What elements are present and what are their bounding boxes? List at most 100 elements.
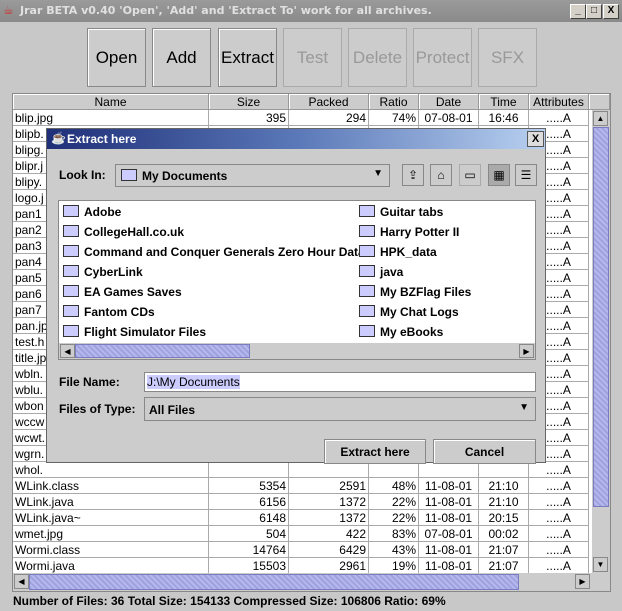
dialog-title: Extract here — [67, 132, 137, 146]
folder-item[interactable]: My eBooks — [359, 325, 443, 339]
column-header-name[interactable]: Name — [13, 94, 209, 110]
files-of-type-combo[interactable]: All Files ▼ — [144, 397, 536, 421]
window-title: Jrar BETA v0.40 'Open', 'Add' and 'Extra… — [20, 4, 432, 17]
file-list-scroll-thumb[interactable] — [75, 344, 250, 358]
cell-date: 07-08-01 — [419, 526, 479, 542]
table-row[interactable]: whol. .....A — [13, 462, 589, 478]
look-in-value: My Documents — [142, 169, 228, 183]
horizontal-scroll-thumb[interactable] — [29, 574, 519, 590]
scroll-left-arrow-icon[interactable]: ◀ — [60, 344, 75, 358]
folder-item[interactable]: Adobe — [63, 205, 121, 219]
folder-item[interactable]: Flight Simulator Files — [63, 325, 206, 339]
details-view-icon[interactable]: ☰ — [515, 164, 537, 186]
scroll-right-arrow-icon[interactable]: ▶ — [575, 574, 590, 589]
folder-name: Fantom CDs — [84, 305, 155, 319]
scroll-down-arrow-icon[interactable]: ▼ — [593, 557, 608, 572]
java-cup-icon: ☕ — [51, 131, 66, 145]
minimize-button[interactable]: _ — [570, 4, 586, 19]
folder-icon — [63, 225, 79, 237]
toolbar-add-button[interactable]: Add — [152, 28, 211, 87]
table-row[interactable]: blip.jpg 395 294 74% 07-08-01 16:46 .....A — [13, 110, 589, 126]
toolbar-test-button: Test — [283, 28, 342, 87]
cell-time: 00:02 — [479, 526, 529, 542]
folder-item[interactable]: Harry Potter II — [359, 225, 459, 239]
folder-item[interactable]: java — [359, 265, 403, 279]
folder-item[interactable]: HPK_data — [359, 245, 437, 259]
table-row[interactable]: WLink.java~ 6148 1372 22% 11-08-01 20:15.....… — [13, 510, 589, 526]
folder-name: Harry Potter II — [380, 225, 460, 239]
column-header-size[interactable]: Size — [209, 94, 289, 110]
folder-icon — [359, 305, 375, 317]
scroll-right-arrow-icon[interactable]: ▶ — [519, 344, 534, 358]
toolbar-sfx-button: SFX — [478, 28, 537, 87]
cell-ratio: 43% — [369, 542, 419, 558]
folder-name: EA Games Saves — [84, 285, 182, 299]
cell-size: 14764 — [209, 542, 289, 558]
cell-size: 15503 — [209, 558, 289, 574]
column-header-packed[interactable]: Packed — [289, 94, 369, 110]
column-header-date[interactable]: Date — [419, 94, 479, 110]
cell-time: 21:10 — [479, 478, 529, 494]
cell-time — [479, 462, 529, 478]
table-row[interactable]: Wormi.class 14764 6429 43% 11-08-01 21:07....… — [13, 542, 589, 558]
cell-attributes: .....A — [529, 526, 589, 542]
scroll-up-arrow-icon[interactable]: ▲ — [593, 111, 608, 126]
cell-name: Wormi.java — [13, 558, 209, 574]
cell-name: WLink.java~ — [13, 510, 209, 526]
folder-item[interactable]: Guitar tabs — [359, 205, 443, 219]
dialog-close-button[interactable]: X — [527, 131, 544, 147]
table-row[interactable]: Wormi.java 15503 2961 19% 11-08-01 21:07.....… — [13, 558, 589, 574]
up-folder-icon[interactable]: ⇪ — [402, 164, 424, 186]
table-row[interactable]: WLink.class 5354 2591 48% 11-08-01 21:10.....… — [13, 478, 589, 494]
folder-name: Command and Conquer Generals Zero Hour D… — [84, 245, 365, 259]
folder-item[interactable]: Fantom CDs — [63, 305, 155, 319]
folder-item[interactable]: CollegeHall.co.uk — [63, 225, 184, 239]
scroll-left-arrow-icon[interactable]: ◀ — [14, 574, 29, 589]
extract-dialog: ☕ Extract here X Look In: My Documents ▼… — [46, 128, 546, 464]
look-in-combo[interactable]: My Documents ▼ — [115, 164, 390, 187]
column-header-ratio[interactable]: Ratio — [369, 94, 419, 110]
maximize-button[interactable]: □ — [586, 4, 602, 19]
home-icon[interactable]: ⌂ — [430, 164, 452, 186]
folder-icon — [359, 245, 375, 257]
file-name-input[interactable]: J:\My Documents — [144, 372, 536, 392]
status-bar: Number of Files: 36 Total Size: 154133 C… — [13, 594, 446, 608]
folder-item[interactable]: EA Games Saves — [63, 285, 182, 299]
cell-name: WLink.java — [13, 494, 209, 510]
folder-item[interactable]: My Chat Logs — [359, 305, 459, 319]
file-name-value: J:\My Documents — [147, 375, 240, 389]
column-header-time[interactable]: Time — [479, 94, 529, 110]
column-header-attributes[interactable]: Attributes — [529, 94, 589, 110]
cell-date: 07-08-01 — [419, 110, 479, 126]
file-name-label: File Name: — [59, 375, 120, 389]
folder-item[interactable]: My BZFlag Files — [359, 285, 471, 299]
toolbar-extract-button[interactable]: Extract — [218, 28, 277, 87]
cell-ratio: 83% — [369, 526, 419, 542]
toolbar-open-button[interactable]: Open — [87, 28, 146, 87]
extract-here-button[interactable]: Extract here — [324, 439, 426, 464]
cell-date: 11-08-01 — [419, 510, 479, 526]
list-view-icon[interactable]: ▦ — [488, 164, 510, 186]
cell-name: WLink.class — [13, 478, 209, 494]
folder-icon — [359, 285, 375, 297]
folder-item[interactable]: Command and Conquer Generals Zero Hour D… — [63, 245, 365, 259]
folder-icon — [63, 205, 79, 217]
cell-ratio: 19% — [369, 558, 419, 574]
folder-name: java — [380, 265, 404, 279]
header-corner — [589, 94, 610, 110]
cell-attributes: .....A — [529, 110, 589, 126]
folder-icon — [63, 245, 79, 257]
cell-name: wmet.jpg — [13, 526, 209, 542]
dialog-title-bar[interactable]: ☕ Extract here X — [47, 129, 545, 149]
vertical-scroll-thumb[interactable] — [593, 127, 609, 507]
new-folder-icon[interactable]: ▭ — [459, 164, 481, 186]
cancel-button[interactable]: Cancel — [433, 439, 536, 464]
table-row[interactable]: WLink.java 6156 1372 22% 11-08-01 21:10 .....A — [13, 494, 589, 510]
table-row[interactable]: wmet.jpg 504 422 83% 07-08-01 00:02 .....A — [13, 526, 589, 542]
folder-item[interactable]: CyberLink — [63, 265, 143, 279]
chevron-down-icon: ▼ — [519, 402, 529, 413]
cell-time: 16:46 — [479, 110, 529, 126]
toolbar-delete-button: Delete — [348, 28, 407, 87]
close-button[interactable]: X — [603, 4, 619, 19]
cell-size — [209, 462, 289, 478]
